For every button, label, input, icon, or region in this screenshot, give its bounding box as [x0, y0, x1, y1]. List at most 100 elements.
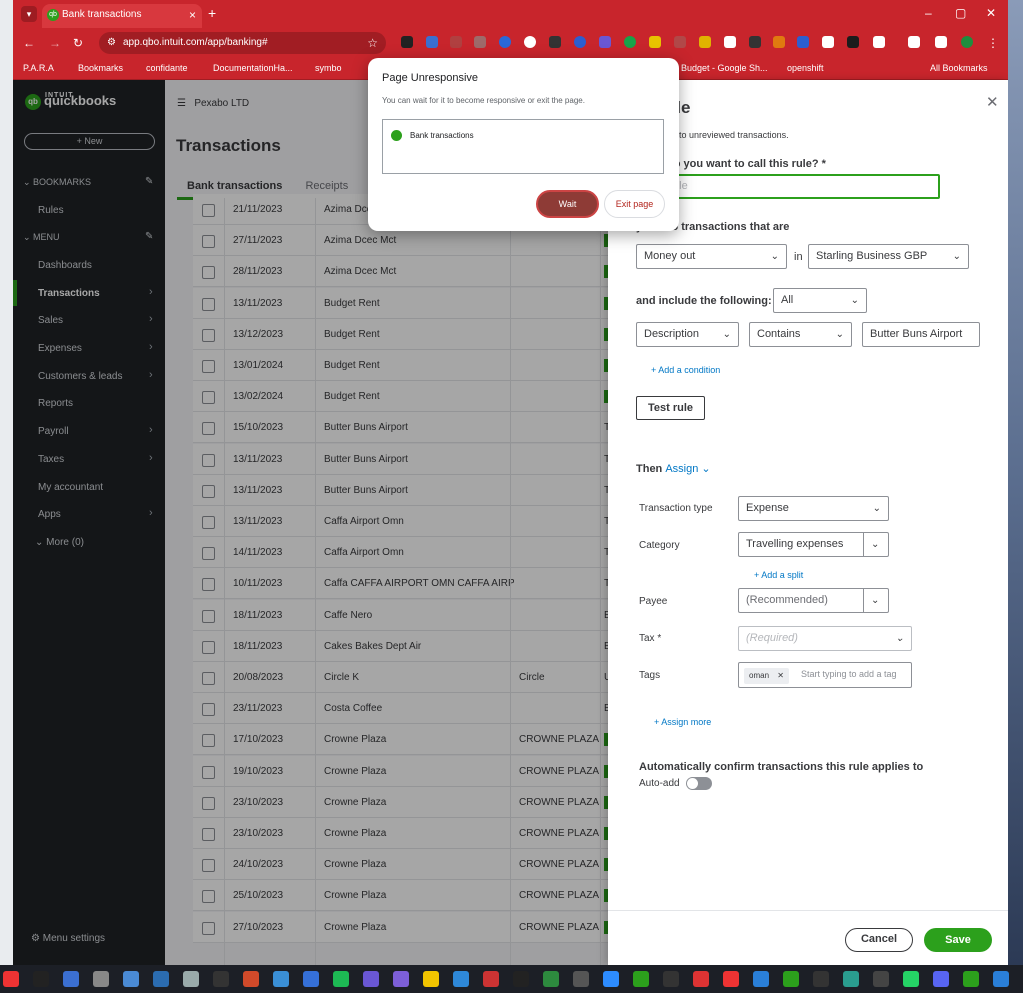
taskbar-app-icon[interactable]: [873, 971, 889, 987]
test-rule-button[interactable]: Test rule: [636, 396, 705, 420]
payee-select[interactable]: (Recommended) ⌄: [738, 588, 889, 613]
taskbar-app-icon[interactable]: [693, 971, 709, 987]
address-bar[interactable]: ⚙ app.qbo.intuit.com/app/banking# ☆: [99, 32, 386, 54]
taskbar-app-icon[interactable]: [423, 971, 439, 987]
taskbar-app-icon[interactable]: [303, 971, 319, 987]
add-condition-link[interactable]: + Add a condition: [651, 365, 720, 375]
extension-icon[interactable]: [847, 36, 859, 48]
extension-icon[interactable]: [624, 36, 636, 48]
taskbar-app-icon[interactable]: [363, 971, 379, 987]
taskbar-app-icon[interactable]: [783, 971, 799, 987]
taskbar-app-icon[interactable]: [153, 971, 169, 987]
extension-icon[interactable]: [499, 36, 511, 48]
extension-icon[interactable]: [822, 36, 834, 48]
site-info-icon[interactable]: ⚙: [107, 32, 116, 54]
all-bookmarks[interactable]: All Bookmarks: [930, 63, 988, 73]
extension-icon[interactable]: [401, 36, 413, 48]
taskbar-app-icon[interactable]: [213, 971, 229, 987]
chevron-down-icon[interactable]: ⌄: [863, 589, 888, 612]
tags-input[interactable]: oman ✕ Start typing to add a tag: [738, 662, 912, 688]
extension-icon[interactable]: [574, 36, 586, 48]
taskbar-app-icon[interactable]: [483, 971, 499, 987]
taskbar-app-icon[interactable]: [513, 971, 529, 987]
direction-select[interactable]: Money out ⌄: [636, 244, 787, 269]
taskbar-app-icon[interactable]: [93, 971, 109, 987]
reload-button[interactable]: ↻: [73, 36, 83, 50]
taskbar-app-icon[interactable]: [573, 971, 589, 987]
extension-icon[interactable]: [450, 36, 462, 48]
bookmark-para[interactable]: P.A.R.A: [23, 63, 54, 73]
remove-tag-icon[interactable]: ✕: [777, 671, 784, 680]
bookmark-star-icon[interactable]: ☆: [367, 32, 378, 54]
taskbar-app-icon[interactable]: [123, 971, 139, 987]
taskbar-app-icon[interactable]: [183, 971, 199, 987]
minimize-button[interactable]: –: [925, 6, 932, 20]
taskbar-app-icon[interactable]: [333, 971, 349, 987]
condition-value-input[interactable]: Butter Buns Airport: [862, 322, 980, 347]
add-split-link[interactable]: + Add a split: [754, 570, 803, 580]
taskbar-app-icon[interactable]: [843, 971, 859, 987]
close-tab-icon[interactable]: ×: [189, 4, 196, 26]
auto-add-toggle[interactable]: [686, 777, 712, 790]
back-button[interactable]: ←: [23, 36, 35, 50]
taskbar-app-icon[interactable]: [993, 971, 1009, 987]
profile-avatar[interactable]: [961, 36, 973, 48]
side-panel-icon[interactable]: [935, 36, 947, 48]
category-select[interactable]: Travelling expenses ⌄: [738, 532, 889, 557]
bookmark-symbo[interactable]: symbo: [315, 63, 342, 73]
save-button[interactable]: Save: [924, 928, 992, 952]
tab-bank-transactions[interactable]: qb Bank transactions ×: [42, 4, 202, 28]
taskbar-app-icon[interactable]: [33, 971, 49, 987]
extension-icon[interactable]: [797, 36, 809, 48]
extension-icon[interactable]: [524, 36, 536, 48]
taskbar-app-icon[interactable]: [243, 971, 259, 987]
taskbar-app-icon[interactable]: [663, 971, 679, 987]
taskbar-app-icon[interactable]: [543, 971, 559, 987]
taskbar-app-icon[interactable]: [813, 971, 829, 987]
extensions-puzzle-icon[interactable]: [873, 36, 885, 48]
new-tab-button[interactable]: +: [208, 5, 216, 21]
wait-button[interactable]: Wait: [536, 190, 599, 218]
close-icon[interactable]: ✕: [986, 93, 999, 111]
condition-field-select[interactable]: Description ⌄: [636, 322, 739, 347]
tab-search-button[interactable]: ▾: [21, 6, 37, 22]
taskbar-app-icon[interactable]: [453, 971, 469, 987]
browser-menu-icon[interactable]: ⋮: [987, 36, 999, 50]
taskbar-app-icon[interactable]: [753, 971, 769, 987]
extension-icon[interactable]: [674, 36, 686, 48]
extension-icon[interactable]: [599, 36, 611, 48]
extension-icon[interactable]: [426, 36, 438, 48]
taskbar-app-icon[interactable]: [633, 971, 649, 987]
taskbar-app-icon[interactable]: [723, 971, 739, 987]
taskbar-app-icon[interactable]: [273, 971, 289, 987]
bookmark-openshift[interactable]: openshift: [787, 63, 824, 73]
extension-icon[interactable]: [773, 36, 785, 48]
extension-icon[interactable]: [549, 36, 561, 48]
bookmark-documentation[interactable]: DocumentationHa...: [213, 63, 293, 73]
cancel-button[interactable]: Cancel: [845, 928, 913, 952]
assign-more-link[interactable]: + Assign more: [654, 717, 711, 727]
taskbar-app-icon[interactable]: [393, 971, 409, 987]
forward-button[interactable]: →: [49, 36, 61, 50]
taskbar-app-icon[interactable]: [933, 971, 949, 987]
close-window-button[interactable]: ✕: [986, 6, 996, 20]
bookmark-bookmarks[interactable]: Bookmarks: [78, 63, 123, 73]
chevron-down-icon[interactable]: ⌄: [863, 533, 888, 556]
condition-operator-select[interactable]: Contains ⌄: [749, 322, 852, 347]
extension-icon[interactable]: [749, 36, 761, 48]
extension-icon[interactable]: [724, 36, 736, 48]
exit-page-button[interactable]: Exit page: [604, 190, 665, 218]
taskbar-app-icon[interactable]: [903, 971, 919, 987]
taskbar-app-icon[interactable]: [63, 971, 79, 987]
bookmark-budget[interactable]: Budget - Google Sh...: [681, 63, 768, 73]
extension-icon[interactable]: [474, 36, 486, 48]
extension-icon[interactable]: [649, 36, 661, 48]
transaction-type-select[interactable]: Expense ⌄: [738, 496, 889, 521]
taskbar-app-icon[interactable]: [963, 971, 979, 987]
include-select[interactable]: All ⌄: [773, 288, 867, 313]
reading-list-icon[interactable]: [908, 36, 920, 48]
tax-select[interactable]: (Required) ⌄: [738, 626, 912, 651]
extension-icon[interactable]: [699, 36, 711, 48]
bookmark-confidante[interactable]: confidante: [146, 63, 188, 73]
maximize-button[interactable]: ▢: [955, 6, 966, 20]
